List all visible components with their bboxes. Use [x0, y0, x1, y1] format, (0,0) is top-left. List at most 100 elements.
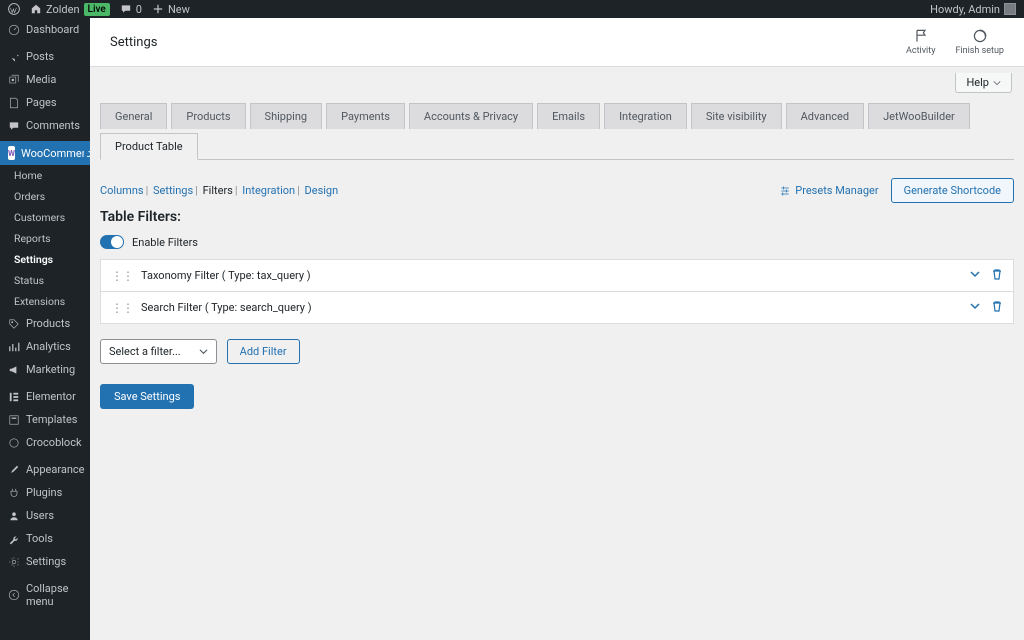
nav-label: Pages: [26, 96, 57, 109]
sub-header: Columns| Settings| Filters| Integration|…: [90, 160, 1024, 209]
nav-pages[interactable]: Pages: [0, 91, 90, 114]
chevron-down-icon: [969, 300, 981, 312]
nav-collapse[interactable]: Collapse menu: [0, 577, 90, 613]
nav-label: Dashboard: [26, 23, 79, 36]
finish-setup-button[interactable]: Finish setup: [955, 28, 1004, 56]
tab-site-visibility[interactable]: Site visibility: [691, 103, 782, 129]
chevron-down-icon: [993, 79, 1001, 87]
nav-users[interactable]: Users: [0, 504, 90, 527]
croco-icon: [8, 437, 20, 449]
tab-emails[interactable]: Emails: [537, 103, 600, 129]
nav-media[interactable]: Media: [0, 68, 90, 91]
nav-label: Tools: [26, 532, 53, 545]
crumb-design[interactable]: Design: [305, 184, 339, 197]
new-label: New: [168, 3, 190, 16]
section-title: Table Filters:: [100, 209, 1014, 225]
nav-label: Appearance: [26, 463, 85, 476]
nav-products[interactable]: Products: [0, 312, 90, 335]
nav-dashboard[interactable]: Dashboard: [0, 18, 90, 41]
activity-button[interactable]: Activity: [906, 28, 935, 56]
tab-payments[interactable]: Payments: [326, 103, 405, 129]
expand-button[interactable]: [969, 268, 981, 283]
woo-sub-extensions[interactable]: Extensions: [0, 291, 90, 312]
filter-title: Search Filter ( Type: search_query ): [141, 301, 959, 314]
woo-sub-customers[interactable]: Customers: [0, 207, 90, 228]
tab-jetwoobuilder[interactable]: JetWooBuilder: [868, 103, 970, 129]
settings-tabs: General Products Shipping Payments Accou…: [90, 93, 1024, 159]
save-settings-button[interactable]: Save Settings: [100, 384, 194, 409]
woo-icon: W: [8, 146, 15, 160]
nav-settings[interactable]: Settings: [0, 550, 90, 573]
howdy[interactable]: Howdy, Admin: [930, 3, 1016, 16]
woo-sub-orders[interactable]: Orders: [0, 186, 90, 207]
nav-woocommerce[interactable]: WWooCommerce: [0, 141, 90, 165]
nav-label: Products: [26, 317, 70, 330]
nav-appearance[interactable]: Appearance: [0, 458, 90, 481]
nav-label: Comments: [26, 119, 80, 132]
page-header: Settings Activity Finish setup: [90, 18, 1024, 67]
nav-label: Plugins: [26, 486, 62, 499]
nav-analytics[interactable]: Analytics: [0, 335, 90, 358]
home-icon: [30, 3, 42, 15]
tab-product-table[interactable]: Product Table: [100, 133, 198, 160]
woo-sub-status[interactable]: Status: [0, 270, 90, 291]
help-label: Help: [966, 76, 989, 89]
wp-logo[interactable]: [8, 3, 20, 15]
admin-bar: Zolden Live 0 New Howdy, Admin: [0, 0, 1024, 18]
drag-handle-icon[interactable]: ⋮⋮: [111, 301, 133, 315]
nav-crocoblock[interactable]: Crocoblock: [0, 431, 90, 454]
nav-posts[interactable]: Posts: [0, 45, 90, 68]
tab-accounts[interactable]: Accounts & Privacy: [409, 103, 533, 129]
nav-label: Collapse menu: [26, 582, 82, 608]
tab-advanced[interactable]: Advanced: [786, 103, 864, 129]
content-area: Table Filters: Enable Filters ⋮⋮ Taxonom…: [90, 209, 1024, 429]
wrench-icon: [8, 533, 20, 545]
woo-sub-settings[interactable]: Settings: [0, 249, 90, 270]
trash-icon: [991, 300, 1003, 312]
nav-label: Templates: [26, 413, 77, 426]
crumb-settings[interactable]: Settings: [153, 184, 193, 197]
drag-handle-icon[interactable]: ⋮⋮: [111, 269, 133, 283]
generate-shortcode-button[interactable]: Generate Shortcode: [891, 178, 1014, 203]
gear-icon: [8, 556, 20, 568]
presets-manager-link[interactable]: Presets Manager: [779, 184, 878, 197]
nav-templates[interactable]: Templates: [0, 408, 90, 431]
finish-label: Finish setup: [955, 46, 1004, 56]
enable-filters-toggle[interactable]: [100, 235, 124, 249]
main-content: Settings Activity Finish setup Help Gene…: [90, 18, 1024, 640]
woo-sub-reports[interactable]: Reports: [0, 228, 90, 249]
nav-comments[interactable]: Comments: [0, 114, 90, 137]
site-link[interactable]: Zolden Live: [30, 3, 110, 16]
woo-sub-home[interactable]: Home: [0, 165, 90, 186]
tab-general[interactable]: General: [100, 103, 167, 129]
tab-shipping[interactable]: Shipping: [250, 103, 323, 129]
admin-sidebar: Dashboard Posts Media Pages Comments WWo…: [0, 18, 90, 640]
live-badge: Live: [84, 3, 110, 16]
nav-tools[interactable]: Tools: [0, 527, 90, 550]
site-name: Zolden: [46, 3, 80, 16]
tab-integration[interactable]: Integration: [604, 103, 687, 129]
nav-plugins[interactable]: Plugins: [0, 481, 90, 504]
add-filter-button[interactable]: Add Filter: [227, 339, 300, 364]
delete-button[interactable]: [991, 268, 1003, 283]
page-icon: [8, 97, 20, 109]
activity-label: Activity: [906, 46, 935, 56]
tab-products[interactable]: Products: [171, 103, 245, 129]
chevron-down-icon: [969, 268, 981, 280]
crumb-integration[interactable]: Integration: [242, 184, 295, 197]
collapse-icon: [8, 589, 20, 601]
chart-icon: [8, 341, 20, 353]
new-link[interactable]: New: [152, 3, 190, 16]
nav-elementor[interactable]: Elementor: [0, 385, 90, 408]
megaphone-icon: [8, 364, 20, 376]
expand-button[interactable]: [969, 300, 981, 315]
delete-button[interactable]: [991, 300, 1003, 315]
comments-link[interactable]: 0: [120, 3, 142, 16]
nav-marketing[interactable]: Marketing: [0, 358, 90, 381]
filter-select[interactable]: Select a filter...: [100, 339, 217, 364]
crumb-columns[interactable]: Columns: [100, 184, 144, 197]
nav-label: Marketing: [26, 363, 75, 376]
filter-item: ⋮⋮ Taxonomy Filter ( Type: tax_query ): [100, 259, 1014, 292]
help-toggle[interactable]: Help: [955, 73, 1012, 93]
flag-icon: [913, 28, 929, 44]
